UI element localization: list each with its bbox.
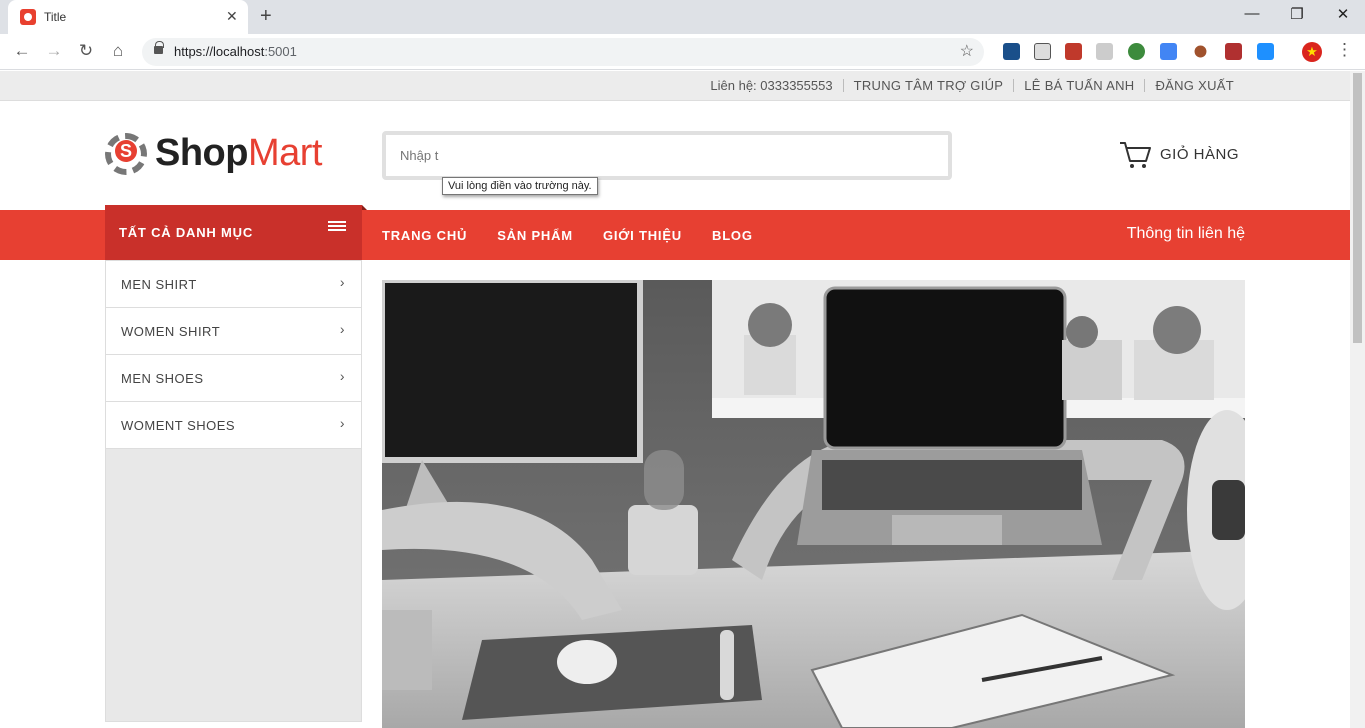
window-close-icon[interactable]: ✕ — [1328, 5, 1358, 23]
desk-photo-illustration — [382, 280, 1245, 728]
cart-label: GIỎ HÀNG — [1160, 145, 1240, 163]
extension-icon[interactable] — [1096, 43, 1113, 60]
url-text: https://localhost:5001 — [174, 44, 297, 59]
scrollbar-thumb[interactable] — [1353, 73, 1362, 343]
category-item[interactable]: WOMEN SHIRT › — [106, 308, 361, 355]
extension-icon[interactable] — [1034, 43, 1051, 60]
back-icon[interactable]: ← — [12, 41, 32, 61]
extension-icon[interactable] — [1003, 43, 1020, 60]
logo-text-shop: Shop — [155, 132, 248, 174]
validation-tooltip: Vui lòng điền vào trường này. — [442, 177, 598, 195]
browser-menu-icon[interactable]: ⋮ — [1336, 40, 1353, 60]
search-input[interactable] — [386, 135, 948, 176]
site-logo[interactable]: ShopMart — [105, 132, 322, 175]
category-label: MEN SHIRT — [121, 277, 197, 292]
user-name-link[interactable]: LÊ BÁ TUẤN ANH — [1013, 79, 1144, 92]
bookmark-star-icon[interactable]: ☆ — [960, 41, 974, 61]
minimize-icon[interactable]: — — [1237, 5, 1267, 22]
browser-tab[interactable]: Title ✕ — [8, 0, 248, 34]
reload-icon[interactable]: ↻ — [76, 41, 96, 61]
extension-icon[interactable] — [1225, 43, 1242, 60]
category-label: MEN SHOES — [121, 371, 204, 386]
address-bar[interactable]: https://localhost:5001 ☆ — [142, 38, 984, 66]
top-bar: Liên hệ: 0333355553 TRUNG TÂM TRỢ GIÚP L… — [0, 71, 1350, 101]
new-tab-icon[interactable]: + — [260, 5, 272, 28]
extension-icon[interactable] — [1160, 43, 1177, 60]
contact-phone: Liên hệ: 0333355553 — [710, 78, 833, 93]
chevron-right-icon: › — [339, 274, 345, 290]
page-viewport: Liên hệ: 0333355553 TRUNG TÂM TRỢ GIÚP L… — [0, 71, 1350, 728]
nav-link-home[interactable]: TRANG CHỦ — [382, 228, 467, 243]
category-sidebar: MEN SHIRT › WOMEN SHIRT › MEN SHOES › WO… — [105, 260, 362, 722]
logo-text-mart: Mart — [247, 132, 323, 174]
category-label: WOMEN SHIRT — [121, 324, 221, 339]
category-item[interactable]: MEN SHIRT › — [106, 261, 361, 308]
logout-link[interactable]: ĐĂNG XUẤT — [1144, 79, 1244, 92]
nav-link-about[interactable]: GIỚI THIỆU — [603, 228, 682, 243]
page-scrollbar[interactable] — [1350, 71, 1365, 728]
cart-button[interactable]: GIỎ HÀNG — [1118, 137, 1239, 171]
chevron-right-icon: › — [339, 415, 345, 431]
chevron-right-icon: › — [339, 321, 345, 337]
extension-icon[interactable] — [1128, 43, 1145, 60]
cart-icon — [1120, 142, 1151, 168]
main-navbar: TẤT CẢ DANH MỤC TRANG CHỦ SẢN PHẨM GIỚI … — [0, 205, 1350, 260]
category-item[interactable]: MEN SHOES › — [106, 355, 361, 402]
extension-icon[interactable] — [1257, 43, 1274, 60]
nav-contact-link[interactable]: Thông tin liên hệ — [1127, 225, 1245, 243]
home-icon[interactable]: ⌂ — [108, 41, 128, 61]
chevron-right-icon: › — [339, 368, 345, 384]
browser-tab-strip: Title ✕ + — ❐ ✕ — [0, 0, 1365, 34]
help-center-link[interactable]: TRUNG TÂM TRỢ GIÚP — [842, 79, 1014, 92]
menu-icon — [328, 221, 346, 233]
forward-icon[interactable]: → — [44, 41, 64, 61]
all-categories-label: TẤT CẢ DANH MỤC — [119, 225, 254, 240]
browser-toolbar: ← → ↻ ⌂ https://localhost:5001 ☆ — [0, 34, 1365, 70]
site-header: ShopMart Vui lòng điền vào trường này. G… — [0, 102, 1350, 210]
restore-icon[interactable]: ❐ — [1282, 5, 1312, 23]
category-item[interactable]: WOMENT SHOES › — [106, 402, 361, 449]
nav-link-products[interactable]: SẢN PHẨM — [497, 228, 573, 243]
close-tab-icon[interactable]: ✕ — [226, 8, 238, 25]
gear-logo-icon — [105, 132, 147, 175]
favicon-icon — [20, 9, 36, 25]
nav-link-blog[interactable]: BLOG — [712, 228, 753, 243]
search-box — [382, 131, 952, 180]
extension-icon[interactable] — [1065, 43, 1082, 60]
all-categories-button[interactable]: TẤT CẢ DANH MỤC — [105, 205, 367, 260]
hero-banner-image[interactable] — [382, 280, 1245, 728]
tab-title: Title — [44, 10, 67, 24]
profile-avatar-icon[interactable]: ★ — [1302, 42, 1322, 62]
extension-icon[interactable] — [1194, 45, 1207, 58]
category-label: WOMENT SHOES — [121, 418, 236, 433]
lock-icon — [154, 41, 164, 54]
